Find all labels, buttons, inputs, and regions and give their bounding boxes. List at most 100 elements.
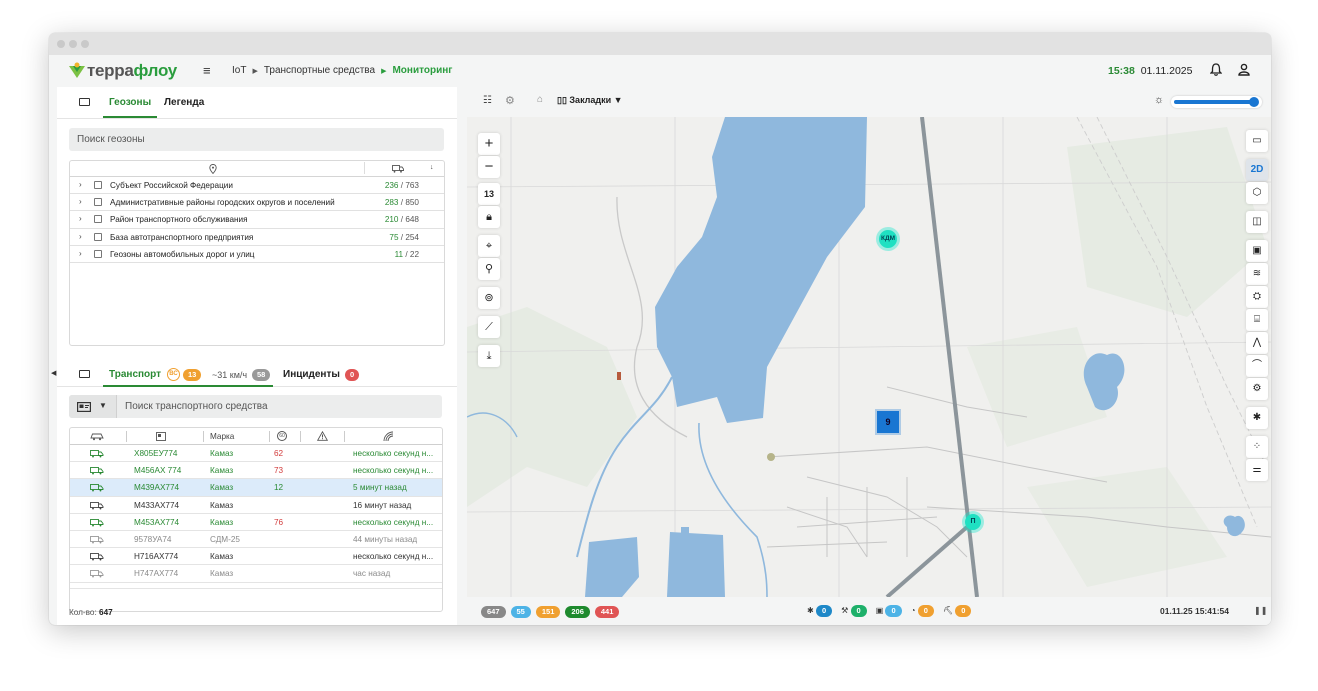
row-checkbox[interactable] [94,215,102,224]
status-signal[interactable]: ◔ 0 [911,605,934,617]
brightness-handle[interactable] [1249,97,1259,107]
vehicle-count-badge[interactable]: 647 [481,606,506,618]
speed-icon: 60 [277,431,287,441]
vehicle-type-select[interactable]: ▼ [69,395,117,418]
tab-transport[interactable]: Транспорт [109,369,161,380]
traffic-light-icon[interactable]: ⌸ [1246,309,1268,331]
geozone-search-input[interactable]: Поиск геозоны [69,128,444,151]
lock-icon[interactable]: 🔒︎ [478,206,500,228]
row-checkbox[interactable] [94,232,102,241]
vehicle-count-badge[interactable]: 151 [535,606,561,618]
camera-icon[interactable]: ▣ [1246,240,1268,262]
table-row[interactable]: М433АХ774 Камаз 16 минут назад [70,497,442,514]
row-checkbox[interactable] [94,198,102,207]
window-dot[interactable] [57,40,65,48]
place-marker-icon[interactable]: ⊚ [478,287,500,309]
chevron-right-icon[interactable]: › [79,214,82,223]
chevron-right-icon[interactable]: › [79,249,82,258]
map-canvas[interactable] [467,87,1271,625]
layers-list-icon[interactable]: ☷ [483,95,492,106]
incidents-badge: 0 [345,369,360,381]
chevron-right-icon[interactable]: › [79,232,82,241]
weather-icon[interactable]: ✱ [1246,407,1268,429]
search-icon[interactable]: ⚲ [478,258,500,280]
rss-icon[interactable]: ≋ [1246,263,1268,285]
transport-search-input[interactable]: Поиск транспортного средства [125,401,268,412]
user-icon[interactable] [1238,63,1250,79]
table-row[interactable]: › Административные районы городских округ… [70,194,444,212]
truck-icon [90,535,104,544]
tab-geozones[interactable]: Геозоны [102,97,158,118]
monitor-icon[interactable] [79,370,90,378]
bell-icon[interactable] [1209,63,1223,79]
table-row[interactable]: Н747АХ774 Камаз час назад [70,565,442,583]
chevron-right-icon[interactable]: › [79,197,82,206]
marker-p-label: П [965,514,981,530]
vehicle-layer-icon[interactable]: ⛭ [1246,286,1268,308]
cluster-marker[interactable]: 9 [875,409,901,435]
tab-incidents[interactable]: Инциденты [283,369,340,380]
status-snow[interactable]: ✱ 0 [807,605,833,617]
chevron-right-icon: ▶ [381,67,387,75]
gear-layer-icon[interactable]: ⚙ [1246,378,1268,400]
table-row[interactable]: М456АХ 774 Камаз 73 несколько секунд н... [70,462,442,480]
status-machine[interactable]: ⛏ 0 [943,605,972,617]
cube-3d-icon[interactable]: ⬡ [1246,182,1268,204]
menu-icon[interactable]: ≡ [203,63,211,78]
sort-icon[interactable]: ↓ [430,164,434,171]
nodes-icon[interactable]: ⁘ [1246,436,1268,458]
monitor-icon[interactable] [79,98,90,106]
brightness-slider[interactable] [1171,96,1262,108]
breadcrumb-iot[interactable]: IoT [232,65,246,76]
settings-icon[interactable]: ⚙ [505,94,515,107]
row-checkbox[interactable] [94,181,102,189]
vehicle-marker-kdm[interactable]: КДМ [876,227,900,251]
status-worker[interactable]: ⚒ 0 [841,605,867,617]
bookmarks-menu[interactable]: ▯▯ Закладки ▼ [557,95,623,106]
filters-icon[interactable]: ⚌ [1246,459,1268,481]
bridge-icon[interactable]: ⌒ [1246,355,1268,377]
home-icon[interactable]: ⌂ [537,94,543,105]
table-row[interactable]: Х805ЕУ774 Камаз 62 несколько секунд н... [70,445,442,463]
table-row[interactable]: › Геозоны автомобильных дорог и улиц 11 / … [70,246,444,263]
zoom-out-button[interactable]: − [478,156,500,178]
table-row[interactable]: М439АХ774 Камаз 12 5 минут назад [70,479,442,497]
table-row[interactable]: Н716АХ774 Камаз несколько секунд н... [70,548,442,566]
truck-icon [90,450,104,458]
zoom-in-button[interactable]: + [478,133,500,155]
transport-table: Марка 60 Х805ЕУ774 Камаз 62 несколько секун… [69,427,443,612]
table-row[interactable]: › Субъект Российской Федерации 236 / 763 [70,177,444,195]
vehicle-count-badge[interactable]: 206 [565,606,590,618]
row-checkbox[interactable] [94,249,102,258]
fullscreen-icon[interactable]: ▭ [1246,130,1268,152]
col-brand[interactable]: Марка [210,432,234,441]
speed-label: ~31 км/ч [212,370,248,380]
vehicle-count-badge[interactable]: 441 [594,606,620,618]
window-dot[interactable] [81,40,89,48]
camera-icon: ▣ [875,606,884,615]
collapse-panel-icon[interactable]: ◀ [51,369,56,377]
status-camera[interactable]: ▣ 0 [876,605,902,617]
road-icon[interactable]: ⋀ [1246,332,1268,354]
table-row[interactable]: › Район транспортного обслуживания 210 / 6… [70,211,444,229]
mode-2d-button[interactable]: 2D [1246,159,1268,181]
table-row[interactable]: 9578УА74 СДМ-25 44 минуты назад [70,531,442,549]
table-row[interactable]: › База автотранспортного предприятия 75 / … [70,229,444,246]
pause-icon[interactable]: ❚❚ [1254,606,1267,615]
status-count: 0 [917,605,934,617]
vehicle-marker-p[interactable]: П [962,511,984,533]
chevron-right-icon[interactable]: › [79,180,82,189]
window-dot[interactable] [69,40,77,48]
vehicle-speed: 73 [274,466,284,476]
breadcrumb-vehicles[interactable]: Транспортные средства [264,65,375,76]
map-layers-icon[interactable]: ◫ [1246,211,1268,233]
map-view[interactable]: ☷ ⚙ ⌂ ▯▯ Закладки ▼ ☼ + − 13 🔒︎ ⌖ ⚲ ⊚ ⟋ … [467,87,1271,625]
download-icon[interactable]: ⤓ [478,345,500,367]
tab-legend[interactable]: Легенда [164,97,204,108]
locate-icon[interactable]: ⌖ [478,235,500,257]
vehicle-count-badge[interactable]: 55 [510,606,531,618]
ruler-icon[interactable]: ⟋ [478,316,500,338]
logo[interactable]: терра флоу [67,61,177,81]
breadcrumb: IoT ▶ Транспортные средства ▶ Мониторинг [232,65,452,76]
table-row[interactable]: М453АХ774 Камаз 76 несколько секунд н... [70,514,442,531]
